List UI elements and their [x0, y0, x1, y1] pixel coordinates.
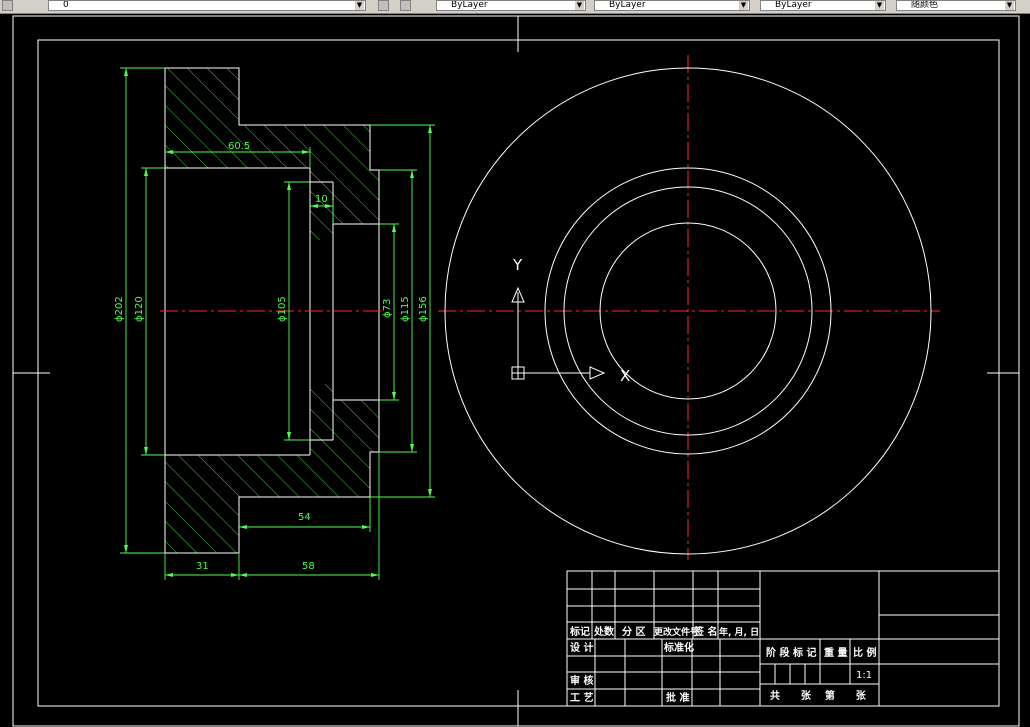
ucs-x-label: X [620, 367, 630, 385]
ucs-y-label: Y [512, 256, 523, 274]
dim-d202: ϕ202 [114, 296, 125, 322]
ucs-icon [511, 286, 606, 380]
dim-d156: ϕ156 [418, 296, 429, 322]
dim-60-5: 60.5 [228, 141, 250, 152]
dim-10: 10 [315, 194, 328, 205]
tb-scale-value: 1:1 [856, 670, 872, 681]
tb-sheets: 共 张 第 张 [770, 689, 867, 702]
tb-design: 设 计 [570, 641, 593, 654]
dim-d115: ϕ115 [400, 296, 411, 322]
dim-31: 31 [196, 561, 209, 572]
tb-header-change: 更改文件号 [654, 626, 699, 638]
drawing-canvas[interactable]: ϕ202 ϕ120 60.5 10 ϕ105 ϕ73 ϕ115 ϕ156 54 … [0, 0, 1030, 727]
sheet-frame [12, 15, 1020, 727]
dim-d73: ϕ73 [382, 299, 393, 318]
dim-54: 54 [298, 512, 311, 523]
tb-header-sign: 签 名 [693, 625, 717, 638]
tb-review: 审 核 [570, 674, 593, 687]
tb-standardize: 标准化 [663, 641, 694, 654]
tb-scale-label: 比 例 [853, 646, 876, 659]
dimension-texts: ϕ202 ϕ120 60.5 10 ϕ105 ϕ73 ϕ115 ϕ156 54 … [114, 141, 429, 572]
tb-weight: 重 量 [824, 646, 847, 659]
title-block [566, 570, 1000, 707]
tb-stage-mark: 阶 段 标 记 [766, 646, 816, 659]
tb-process: 工 艺 [570, 691, 593, 704]
tb-header-zone: 分 区 [622, 625, 645, 638]
tb-approve: 批 准 [666, 691, 689, 704]
tb-header-mark: 标记 [569, 625, 590, 638]
dim-58: 58 [302, 561, 315, 572]
tb-header-count: 处数 [593, 625, 615, 638]
tb-header-date: 年, 月, 日 [719, 626, 759, 638]
dim-d120: ϕ120 [134, 296, 145, 322]
dim-d105: ϕ105 [277, 296, 288, 322]
